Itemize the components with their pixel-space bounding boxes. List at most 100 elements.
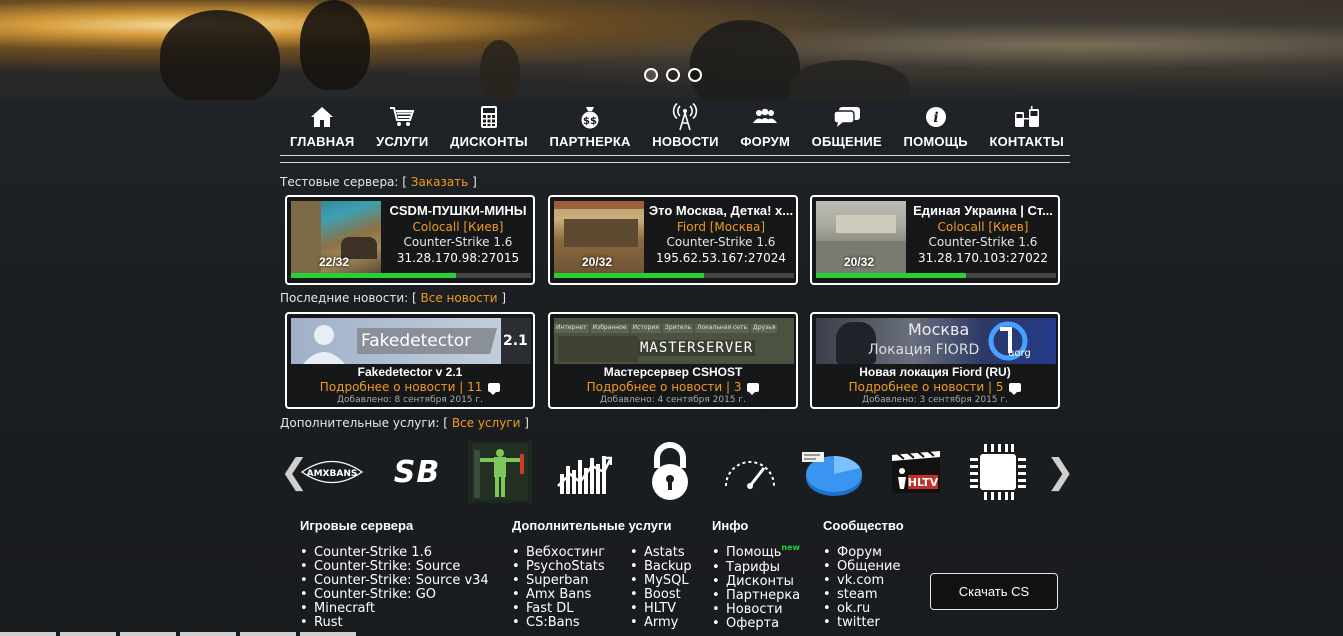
bottom-tab[interactable] [0, 632, 56, 636]
carousel-dot-1[interactable] [644, 68, 658, 82]
bottom-tab[interactable] [240, 632, 296, 636]
nav-item-news[interactable]: НОВОСТИ [644, 103, 726, 154]
nav-label: ПАРТНЕРКА [549, 134, 631, 149]
footer-link[interactable]: Counter-Strike: Source v34 [300, 574, 489, 589]
news-more-text[interactable]: Подробнее о новости [849, 380, 985, 394]
news-card[interactable]: Fakedetector 2.1 Fakedetector v 2.1 Подр… [285, 312, 535, 409]
footer-link[interactable]: Дисконты [712, 575, 800, 590]
service-hltv[interactable]: HLTV [884, 440, 948, 504]
news-image-text: MASTERSERVER [638, 340, 756, 356]
cart-icon [388, 104, 416, 130]
footer-link[interactable]: Форум [823, 546, 900, 561]
carousel-next-button[interactable]: ❯ [1046, 452, 1075, 492]
server-card[interactable]: 20/32 Это Москва, Детка! x... Fiord [Мос… [548, 195, 798, 285]
footer-link[interactable]: Counter-Strike: Source [300, 560, 489, 575]
service-sourcebans[interactable]: SB [385, 440, 449, 504]
footer-link[interactable]: Помощьnew [712, 543, 800, 561]
nav-item-discounts[interactable]: ДИСКОНТЫ [442, 104, 536, 154]
nav-item-home[interactable]: ГЛАВНАЯ [282, 104, 362, 154]
server-ip[interactable]: 195.62.53.167:27024 [646, 251, 796, 265]
footer-link[interactable]: twitter [823, 616, 900, 631]
news-more-link[interactable]: Подробнее о новости | 3 [550, 380, 796, 395]
footer-link[interactable]: Astats [630, 546, 692, 561]
bottom-tab[interactable] [60, 632, 116, 636]
nav-item-forum[interactable]: ФОРУМ [732, 104, 798, 154]
footer-link[interactable]: CS:Bans [512, 616, 605, 631]
footer-link[interactable]: HLTV [630, 602, 692, 617]
footer-link-text[interactable]: Помощь [726, 545, 781, 560]
pie-chart-icon [802, 452, 862, 496]
news-more-link[interactable]: Подробнее о новости | 5 [812, 380, 1058, 395]
footer-link[interactable]: Тарифы [712, 561, 800, 576]
service-speed[interactable] [718, 440, 782, 504]
server-load-bar [291, 273, 531, 278]
nav-item-partner[interactable]: $$ ПАРТНЕРКА [542, 104, 639, 154]
footer-link[interactable]: Boost [630, 588, 692, 603]
server-card[interactable]: 22/32 CSDM-ПУШКИ-МИНЫ Colocall [Киев] Co… [285, 195, 535, 285]
news-title[interactable]: Мастерсервер CSHOST [550, 365, 796, 379]
news-more-link[interactable]: Подробнее о новости | 11 [287, 380, 533, 395]
bottom-tab[interactable] [180, 632, 236, 636]
all-services-link[interactable]: Все услуги [452, 416, 521, 430]
bracket-close: ] [524, 416, 529, 430]
bottom-tab[interactable] [120, 632, 176, 636]
footer-link[interactable]: Counter-Strike: GO [300, 588, 489, 603]
news-comment-count: 11 [467, 380, 483, 394]
server-ip[interactable]: 31.28.170.103:27022 [908, 251, 1058, 265]
service-model[interactable] [468, 441, 532, 503]
footer-link[interactable]: vk.com [823, 574, 900, 589]
bracket-open: [ [412, 291, 417, 305]
footer-link[interactable]: Superban [512, 574, 605, 589]
nav-item-chat[interactable]: ОБЩЕНИЕ [804, 104, 890, 154]
footer-link[interactable]: Rust [300, 616, 489, 631]
footer-link[interactable]: Оферта [712, 617, 800, 632]
image-tab: История [630, 324, 661, 333]
new-badge: new [781, 543, 800, 552]
speedometer-icon [725, 461, 775, 489]
phones-icon [1013, 104, 1041, 130]
server-location: Fiord [Москва] [676, 220, 766, 234]
news-more-text[interactable]: Подробнее о новости [320, 380, 456, 394]
bottom-tab[interactable] [300, 632, 356, 636]
news-card[interactable]: Интернет Избранное История Зритель Локал… [548, 312, 798, 409]
service-hardware[interactable] [966, 440, 1030, 504]
footer-link[interactable]: Counter-Strike 1.6 [300, 546, 489, 561]
footer-link[interactable]: Партнерка [712, 589, 800, 604]
footer-link[interactable]: Backup [630, 560, 692, 575]
footer-link[interactable]: Вебхостинг [512, 546, 605, 561]
service-stats[interactable] [552, 440, 616, 504]
footer-community-list: Форум Общение vk.com steam ok.ru twitter [823, 546, 900, 631]
footer-link[interactable]: MySQL [630, 574, 692, 589]
service-analytics[interactable] [800, 440, 864, 504]
footer-link[interactable]: PsychoStats [512, 560, 605, 575]
nav-item-help[interactable]: i ПОМОЩЬ [896, 104, 976, 154]
all-news-link[interactable]: Все новости [421, 291, 498, 305]
footer-link[interactable]: steam [823, 588, 900, 603]
footer-link[interactable]: Новости [712, 603, 800, 618]
comment-bubble-icon [747, 383, 760, 395]
nav-item-contacts[interactable]: КОНТАКТЫ [981, 104, 1071, 154]
footer-link[interactable]: Army [630, 616, 692, 631]
news-more-text[interactable]: Подробнее о новости [587, 380, 723, 394]
image-tab: Избранное [590, 324, 629, 333]
news-title[interactable]: Новая локация Fiord (RU) [812, 365, 1058, 379]
service-amxbans[interactable]: AMXBANS [300, 440, 364, 504]
download-cs-button[interactable]: Скачать CS [930, 573, 1058, 610]
footer-info-list: Помощьnew Тарифы Дисконты Партнерка Ново… [712, 543, 800, 632]
order-server-link[interactable]: Заказать [411, 175, 468, 189]
news-image-text: Fakedetector [361, 331, 472, 351]
footer-link[interactable]: Minecraft [300, 602, 489, 617]
nav-item-services[interactable]: УСЛУГИ [368, 104, 436, 154]
server-card[interactable]: 20/32 Единая Украина | Ст... Colocall [К… [810, 195, 1060, 285]
footer-link[interactable]: Fast DL [512, 602, 605, 617]
service-security[interactable] [638, 440, 702, 504]
footer-link[interactable]: ok.ru [823, 602, 900, 617]
nav-label: ПОМОЩЬ [903, 134, 968, 149]
carousel-dot-3[interactable] [688, 68, 702, 82]
carousel-dot-2[interactable] [666, 68, 680, 82]
server-ip[interactable]: 31.28.170.98:27015 [383, 251, 533, 265]
footer-link[interactable]: Amx Bans [512, 588, 605, 603]
news-title[interactable]: Fakedetector v 2.1 [287, 365, 533, 379]
news-card[interactable]: Москва Локация FIORD uorg Новая локация … [810, 312, 1060, 409]
footer-link[interactable]: Общение [823, 560, 900, 575]
